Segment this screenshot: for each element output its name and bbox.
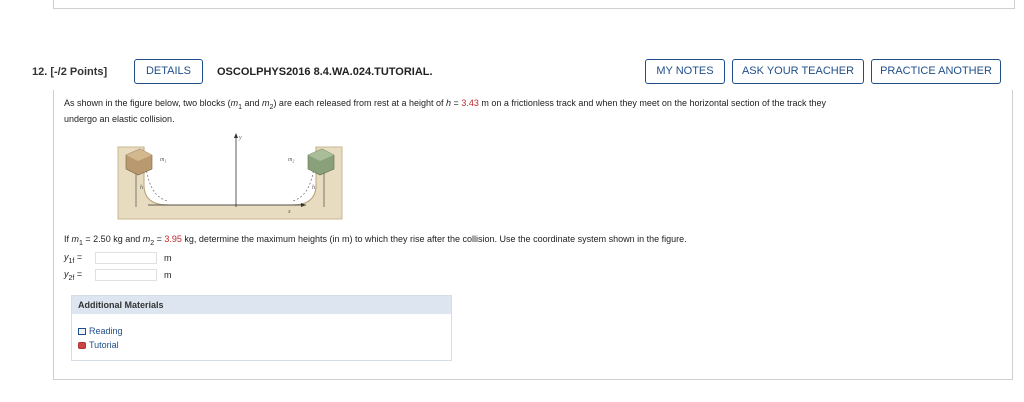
label-m2: m2: [288, 157, 294, 164]
y1f-answer-input[interactable]: [95, 252, 157, 264]
tutorial-icon: [78, 342, 86, 349]
reading-link-label: Reading: [89, 326, 123, 336]
text-segment: =: [451, 98, 462, 108]
reading-link[interactable]: Reading: [78, 326, 123, 336]
text-segment: and: [242, 98, 263, 108]
details-button[interactable]: DETAILS: [134, 59, 203, 84]
answer-label-y1f: y1f =: [64, 252, 82, 265]
y2f-answer-input[interactable]: [95, 269, 157, 281]
problem-statement-line1: As shown in the figure below, two blocks…: [64, 98, 826, 111]
label-y-axis: y: [238, 135, 242, 141]
tutorial-link-label: Tutorial: [89, 340, 119, 350]
tutorial-link[interactable]: Tutorial: [78, 340, 119, 350]
additional-materials-box: Additional Materials Reading Tutorial: [71, 295, 452, 361]
text-segment: = 2.50 kg and: [82, 234, 143, 244]
question-header: 12. [-/2 Points]: [32, 66, 107, 78]
m2-mass-value: 3.95: [164, 234, 182, 244]
unit-label-y1f: m: [164, 253, 172, 263]
practice-another-button[interactable]: PRACTICE ANOTHER: [871, 59, 1001, 84]
text-segment: If: [64, 234, 72, 244]
label-h-right: h: [312, 185, 315, 191]
points-label: [-/2 Points]: [50, 66, 108, 78]
text-segment: kg, determine the maximum heights (in m)…: [181, 234, 687, 244]
label-x-axis: x: [287, 209, 291, 215]
text-segment: m on a frictionless track and when they …: [478, 98, 827, 108]
path-arrow-right: [291, 166, 315, 202]
label-m1: m1: [160, 157, 166, 164]
book-icon: [78, 328, 86, 335]
text-segment: =: [74, 269, 83, 279]
answer-label-y2f: y2f =: [64, 269, 82, 282]
y-axis-arrow: [234, 133, 238, 138]
m1-symbol: m: [71, 234, 80, 244]
my-notes-button[interactable]: MY NOTES: [645, 59, 725, 84]
question-prompt: If m1 = 2.50 kg and m2 = 3.95 kg, determ…: [64, 234, 687, 247]
track-figure: m1 m2 h h y x: [117, 133, 343, 220]
previous-question-panel: [53, 0, 1015, 9]
ask-teacher-button[interactable]: ASK YOUR TEACHER: [732, 59, 864, 84]
path-arrow-left: [145, 166, 169, 202]
label-h-left: h: [140, 185, 143, 191]
text-segment: ) are each released from rest at a heigh…: [273, 98, 447, 108]
additional-materials-heading: Additional Materials: [72, 296, 451, 314]
m1-symbol: m: [230, 98, 239, 108]
height-value: 3.43: [461, 98, 479, 108]
text-segment: =: [154, 234, 165, 244]
text-segment: As shown in the figure below, two blocks…: [64, 98, 231, 108]
problem-statement-line2: undergo an elastic collision.: [64, 114, 175, 124]
unit-label-y2f: m: [164, 270, 172, 280]
m2-symbol: m: [262, 98, 270, 108]
text-segment: =: [74, 252, 83, 262]
question-number: 12.: [32, 66, 48, 78]
problem-code: OSCOLPHYS2016 8.4.WA.024.TUTORIAL.: [217, 66, 433, 78]
